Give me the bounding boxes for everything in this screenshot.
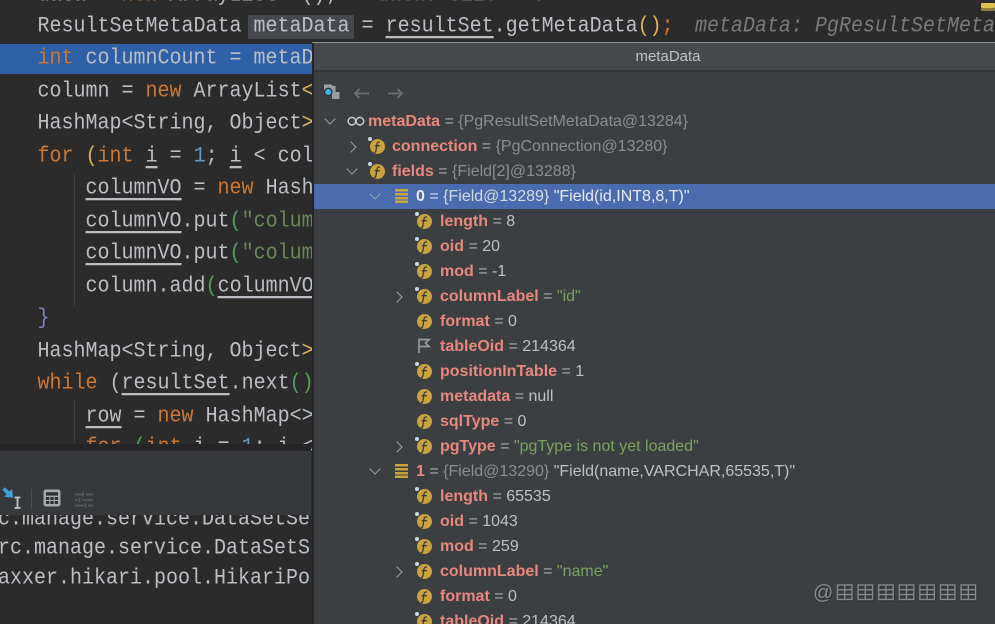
svg-text:@: @ [813, 582, 833, 604]
